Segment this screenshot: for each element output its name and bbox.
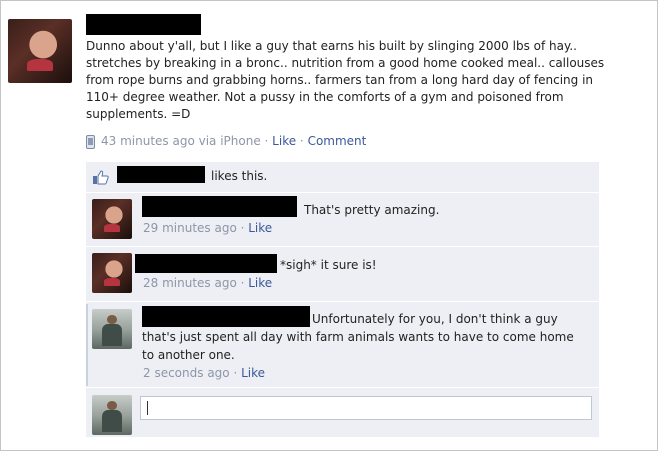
post-meta: 43 minutes ago via iPhone · Like · Comme…: [101, 134, 366, 148]
post-comment-link[interactable]: Comment: [308, 134, 367, 148]
author-name-redaction: [86, 14, 201, 35]
meta-dot: ·: [260, 134, 273, 148]
meta-dot: ·: [236, 276, 249, 290]
highlight-rule: [86, 304, 88, 386]
meta-dot: ·: [236, 221, 249, 235]
meta-dot: ·: [229, 366, 242, 380]
comment-like-link[interactable]: Like: [248, 276, 272, 290]
comment-like-link[interactable]: Like: [241, 366, 265, 380]
divider: [86, 387, 599, 388]
phone-icon: [86, 135, 95, 149]
meta-dot: ·: [296, 134, 308, 148]
comment-input[interactable]: [140, 396, 592, 420]
comment-text: That's pretty amazing.: [304, 203, 440, 217]
comment-like-link[interactable]: Like: [248, 221, 272, 235]
comment-meta: 29 minutes ago · Like: [143, 221, 272, 235]
comment-text: Unfortunately for you, I don't think a g…: [142, 312, 574, 362]
comment-time[interactable]: 28 minutes ago: [143, 276, 237, 290]
comment-avatar[interactable]: [92, 253, 132, 293]
comment-avatar[interactable]: [92, 309, 132, 349]
comment-meta: 2 seconds ago · Like: [143, 366, 265, 380]
commenter-name-redaction: [142, 196, 297, 217]
liker-name-redaction: [117, 166, 205, 183]
commenter-name-redaction: [135, 254, 277, 273]
post-like-link[interactable]: Like: [272, 134, 296, 148]
comment-time[interactable]: 29 minutes ago: [143, 221, 237, 235]
comment-avatar[interactable]: [92, 199, 132, 239]
thumbs-up-icon: [93, 170, 109, 185]
author-avatar[interactable]: [8, 19, 72, 83]
comment-time[interactable]: 2 seconds ago: [143, 366, 230, 380]
likes-text: likes this.: [211, 169, 268, 183]
comment-meta: 28 minutes ago · Like: [143, 276, 272, 290]
post-time[interactable]: 43 minutes ago via iPhone: [101, 134, 261, 148]
divider: [86, 301, 599, 302]
post-text: Dunno about y'all, but I like a guy that…: [86, 39, 605, 121]
divider: [86, 192, 599, 193]
divider: [86, 246, 599, 247]
text-caret: [147, 401, 148, 415]
viewer-avatar: [92, 395, 132, 435]
comment-text: *sigh* it sure is!: [280, 258, 377, 272]
